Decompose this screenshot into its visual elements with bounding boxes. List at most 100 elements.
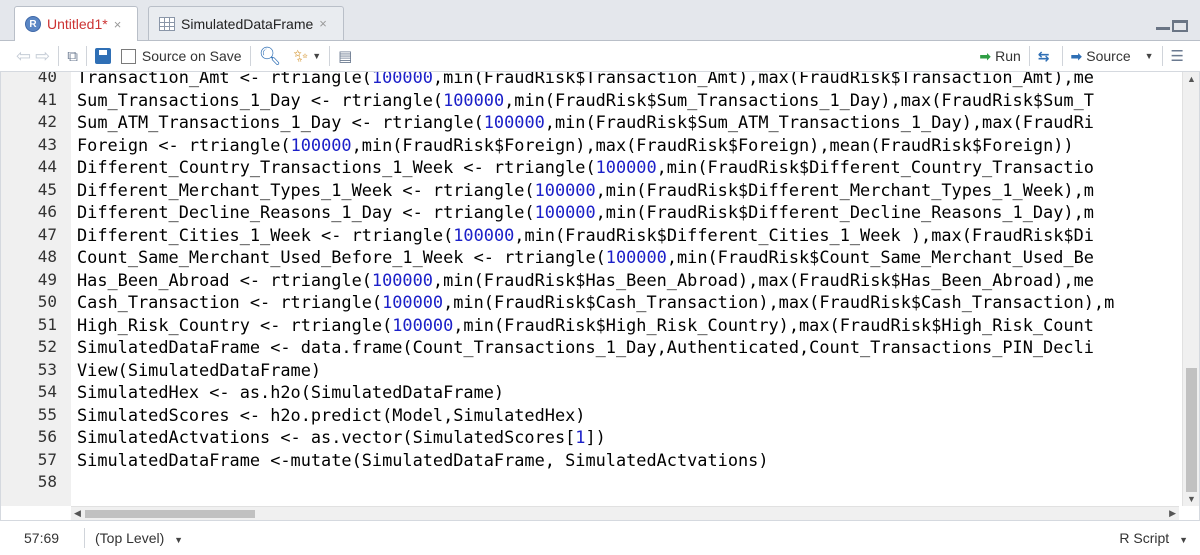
code-token: Sum_ATM_Transactions_1_Day <- rtriangle( xyxy=(77,112,484,132)
toolbar-divider xyxy=(329,46,331,66)
line-text[interactable]: Transaction_Amt <- rtriangle(100000,min(… xyxy=(77,72,1179,89)
line-text[interactable]: SimulatedDataFrame <- data.frame(Count_T… xyxy=(77,336,1179,359)
source-on-save-toggle[interactable]: Source on Save xyxy=(120,44,242,68)
line-number: 56 xyxy=(37,427,57,446)
line-number: 45 xyxy=(37,179,57,199)
code-token: ,min(FraudRisk$Cash_Transaction),max(Fra… xyxy=(443,292,1115,312)
vertical-scroll-thumb[interactable] xyxy=(1186,368,1197,492)
code-line[interactable]: 40 Transaction_Amt <- rtriangle(100000,mi… xyxy=(1,72,1179,89)
code-line[interactable]: 58 xyxy=(1,471,1179,494)
minimize-pane-icon[interactable] xyxy=(1156,20,1170,30)
code-line[interactable]: 52 SimulatedDataFrame <- data.frame(Count… xyxy=(1,336,1179,359)
line-text[interactable]: Has_Been_Abroad <- rtriangle(100000,min(… xyxy=(77,269,1179,292)
r-file-icon: R xyxy=(25,16,41,32)
code-line[interactable]: 56 SimulatedActvations <- as.vector(Simul… xyxy=(1,426,1179,449)
forward-button[interactable]: ⇨ xyxy=(35,44,50,68)
line-text[interactable]: Sum_ATM_Transactions_1_Day <- rtriangle(… xyxy=(77,111,1179,134)
line-number: 57 xyxy=(37,449,57,469)
show-in-window-button[interactable]: ⧉ xyxy=(67,44,78,68)
line-number: 47 xyxy=(37,224,57,244)
numeric-literal: 100000 xyxy=(605,247,667,267)
code-token: ,min(FraudRisk$Different_Merchant_Types_… xyxy=(595,179,1094,200)
document-outline-button[interactable]: ☰ xyxy=(1171,44,1184,68)
line-number: 44 xyxy=(37,157,57,176)
line-text[interactable]: Sum_Transactions_1_Day <- rtriangle(1000… xyxy=(77,89,1179,112)
line-text[interactable]: SimulatedScores <- h2o.predict(Model,Sim… xyxy=(77,404,1179,427)
code-line[interactable]: 47 Different_Cities_1_Week <- rtriangle(1… xyxy=(1,224,1179,247)
code-token: Different_Cities_1_Week <- rtriangle( xyxy=(77,224,454,245)
code-token: ,min(FraudRisk$Sum_ATM_Transactions_1_Da… xyxy=(544,112,1094,132)
code-token: Different_Merchant_Types_1_Week <- rtria… xyxy=(77,179,535,200)
close-icon[interactable]: × xyxy=(114,17,122,32)
magic-wand-icon: ✨︎ xyxy=(293,46,309,66)
line-text[interactable]: Different_Decline_Reasons_1_Day <- rtria… xyxy=(77,201,1179,224)
tab-untitled1[interactable]: R Untitled1* × xyxy=(14,6,138,41)
close-icon[interactable]: × xyxy=(319,16,327,31)
line-text[interactable]: View(SimulatedDataFrame) xyxy=(77,359,1179,382)
code-line[interactable]: 48 Count_Same_Merchant_Used_Before_1_Week… xyxy=(1,246,1179,269)
code-line[interactable]: 49 Has_Been_Abroad <- rtriangle(100000,mi… xyxy=(1,269,1179,292)
code-token: Foreign <- rtriangle( xyxy=(77,134,291,155)
save-button[interactable] xyxy=(94,44,111,68)
code-line[interactable]: 44 Different_Country_Transactions_1_Week … xyxy=(1,156,1179,179)
line-number: 55 xyxy=(37,404,57,424)
file-type-selector[interactable]: R Script ▼ xyxy=(1119,530,1188,546)
code-token: Different_Country_Transactions_1_Week <-… xyxy=(77,157,596,177)
line-text[interactable]: Different_Merchant_Types_1_Week <- rtria… xyxy=(77,179,1179,202)
code-token: ,min(FraudRisk$High_Risk_Country),max(Fr… xyxy=(453,314,1094,335)
horizontal-scrollbar[interactable]: ◀ ▶ xyxy=(71,506,1179,520)
scroll-right-icon[interactable]: ▶ xyxy=(1169,508,1176,519)
back-button[interactable]: ⇦ xyxy=(16,44,31,68)
line-text[interactable]: Count_Same_Merchant_Used_Before_1_Week <… xyxy=(77,246,1179,269)
line-text[interactable]: SimulatedHex <- as.h2o(SimulatedDataFram… xyxy=(77,381,1179,404)
code-lines[interactable]: 40 Transaction_Amt <- rtriangle(100000,mi… xyxy=(1,72,1179,494)
maximize-pane-icon[interactable] xyxy=(1172,20,1188,32)
code-line[interactable]: 55 SimulatedScores <- h2o.predict(Model,S… xyxy=(1,404,1179,427)
line-text[interactable] xyxy=(77,471,1179,494)
code-token: Transaction_Amt <- rtriangle( xyxy=(77,72,372,87)
editor-status-bar: 57:69 (Top Level) ▼ R Script ▼ xyxy=(0,520,1200,555)
code-line[interactable]: 50 Cash_Transaction <- rtriangle(100000,m… xyxy=(1,291,1179,314)
code-line[interactable]: 45 Different_Merchant_Types_1_Week <- rtr… xyxy=(1,179,1179,202)
compile-report-button[interactable]: ▤ xyxy=(338,44,352,68)
line-text[interactable]: Cash_Transaction <- rtriangle(100000,min… xyxy=(77,291,1179,314)
code-editor[interactable]: 40 Transaction_Amt <- rtriangle(100000,mi… xyxy=(0,72,1200,520)
scroll-left-icon[interactable]: ◀ xyxy=(74,508,81,519)
code-tools-button[interactable]: ✨︎ ▼ xyxy=(293,44,321,68)
line-text[interactable]: High_Risk_Country <- rtriangle(100000,mi… xyxy=(77,314,1179,337)
editor-tab-bar: R Untitled1* × SimulatedDataFrame × xyxy=(0,0,1200,41)
horizontal-scroll-thumb[interactable] xyxy=(85,510,255,518)
scope-selector[interactable]: (Top Level) ▼ xyxy=(95,530,183,546)
line-text[interactable]: Different_Cities_1_Week <- rtriangle(100… xyxy=(77,224,1179,247)
line-text[interactable]: SimulatedActvations <- as.vector(Simulat… xyxy=(77,426,1179,449)
line-number: 58 xyxy=(37,472,57,491)
run-button[interactable]: ➡ Run xyxy=(979,44,1020,68)
line-text[interactable]: Different_Country_Transactions_1_Week <-… xyxy=(77,156,1179,179)
code-line[interactable]: 54 SimulatedHex <- as.h2o(SimulatedDataFr… xyxy=(1,381,1179,404)
code-line[interactable]: 42 Sum_ATM_Transactions_1_Day <- rtriangl… xyxy=(1,111,1179,134)
find-replace-button[interactable]: 🔍︎ xyxy=(259,44,282,68)
vertical-scrollbar[interactable]: ▲ ▼ xyxy=(1182,72,1199,506)
code-token: ,min(FraudRisk$Has_Been_Abroad),max(Frau… xyxy=(432,269,1094,290)
code-line[interactable]: 46 Different_Decline_Reasons_1_Day <- rtr… xyxy=(1,201,1179,224)
line-number: 48 xyxy=(37,247,57,266)
scroll-down-icon[interactable]: ▼ xyxy=(1187,494,1196,504)
source-button[interactable]: ➡ Source ▼ xyxy=(1071,44,1154,68)
code-line[interactable]: 53 View(SimulatedDataFrame) xyxy=(1,359,1179,382)
scroll-up-icon[interactable]: ▲ xyxy=(1187,74,1196,84)
run-arrow-icon: ➡ xyxy=(979,47,992,64)
line-text[interactable]: Foreign <- rtriangle(100000,min(FraudRis… xyxy=(77,134,1179,157)
line-number: 52 xyxy=(37,337,57,356)
line-number: 43 xyxy=(37,134,57,154)
tab-title: Untitled1* xyxy=(47,16,108,32)
line-text[interactable]: SimulatedDataFrame <-mutate(SimulatedDat… xyxy=(77,449,1179,472)
rerun-button[interactable]: ⇆ xyxy=(1038,44,1054,68)
code-line[interactable]: 43 Foreign <- rtriangle(100000,min(FraudR… xyxy=(1,134,1179,157)
tab-simulated-data-frame[interactable]: SimulatedDataFrame × xyxy=(148,6,344,40)
code-token: View(SimulatedDataFrame) xyxy=(77,359,322,380)
code-line[interactable]: 41 Sum_Transactions_1_Day <- rtriangle(10… xyxy=(1,89,1179,112)
code-line[interactable]: 57 SimulatedDataFrame <-mutate(SimulatedD… xyxy=(1,449,1179,472)
run-label: Run xyxy=(995,48,1021,64)
code-line[interactable]: 51 High_Risk_Country <- rtriangle(100000,… xyxy=(1,314,1179,337)
source-on-save-checkbox[interactable] xyxy=(120,48,136,64)
